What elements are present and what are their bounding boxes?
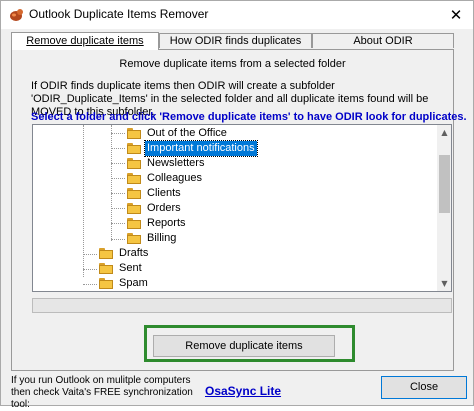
tree-item-label: Drafts bbox=[119, 247, 149, 259]
folder-icon bbox=[99, 248, 113, 259]
folder-icon bbox=[127, 158, 141, 169]
folder-icon bbox=[127, 173, 141, 184]
folder-icon bbox=[127, 128, 141, 139]
tree-connector bbox=[111, 148, 125, 149]
tree-item-label: Important notifications bbox=[144, 140, 258, 157]
folder-icon bbox=[99, 278, 113, 289]
tree-item[interactable]: Colleagues bbox=[127, 171, 204, 186]
tree-item[interactable]: Spam bbox=[99, 276, 150, 291]
tree-item[interactable]: Sent bbox=[99, 261, 144, 276]
folder-icon bbox=[127, 233, 141, 244]
tab-panel: Remove duplicate items from a selected f… bbox=[11, 49, 467, 371]
tree-connector bbox=[111, 193, 125, 194]
tree-item-label: Out of the Office bbox=[147, 127, 227, 139]
tree-item-label: Sent bbox=[119, 262, 142, 274]
window-close-icon[interactable]: ✕ bbox=[441, 3, 471, 27]
tree-item-label: Spam bbox=[119, 277, 148, 289]
app-logo-icon bbox=[10, 9, 23, 21]
tree-item-label: Reports bbox=[147, 217, 186, 229]
tree-item[interactable]: Out of the Office bbox=[127, 126, 229, 141]
folder-tree[interactable]: Out of the Office Important notification… bbox=[32, 124, 452, 292]
scroll-up-arrow-icon[interactable]: ▲ bbox=[437, 125, 451, 140]
tree-connector bbox=[111, 208, 125, 209]
tree-item-label: Billing bbox=[147, 232, 177, 244]
tree-connector bbox=[83, 284, 97, 285]
tree-connector bbox=[111, 178, 125, 179]
folder-icon bbox=[127, 218, 141, 229]
folder-icon bbox=[127, 188, 141, 199]
folder-icon bbox=[127, 203, 141, 214]
tab-label: About ODIR bbox=[353, 35, 413, 47]
close-button[interactable]: Close bbox=[381, 376, 467, 399]
tree-item[interactable]: Billing bbox=[127, 231, 178, 246]
tree-item[interactable]: Clients bbox=[127, 186, 183, 201]
tab-about-odir[interactable]: About ODIR bbox=[312, 33, 454, 48]
tree-item[interactable]: Newsletters bbox=[127, 156, 206, 171]
tree-item-label: Clients bbox=[147, 187, 181, 199]
tab-remove-duplicate-items[interactable]: Remove duplicate items bbox=[11, 32, 159, 50]
tree-item[interactable]: Drafts bbox=[99, 246, 150, 261]
folder-icon bbox=[127, 143, 141, 154]
tab-label: How ODIR finds duplicates bbox=[169, 35, 302, 47]
tree-item-label: Orders bbox=[147, 202, 181, 214]
scroll-down-arrow-icon[interactable]: ▼ bbox=[437, 276, 451, 291]
tree-connector bbox=[111, 239, 125, 240]
osasync-lite-link[interactable]: OsaSync Lite bbox=[205, 384, 281, 398]
tree-vertical-scrollbar[interactable]: ▲ ▼ bbox=[437, 125, 451, 291]
tab-label: Remove duplicate items bbox=[26, 35, 144, 47]
tree-item-selected[interactable]: Important notifications bbox=[127, 140, 258, 157]
app-window: Outlook Duplicate Items Remover ✕ Remove… bbox=[0, 0, 474, 410]
tab-how-odir-finds-duplicates[interactable]: How ODIR finds duplicates bbox=[159, 33, 312, 48]
instruction-text: Select a folder and click 'Remove duplic… bbox=[31, 111, 467, 123]
tree-item-label: Newsletters bbox=[147, 157, 205, 169]
title-bar: Outlook Duplicate Items Remover ✕ bbox=[1, 1, 473, 29]
progress-bar bbox=[32, 298, 452, 313]
tree-connector bbox=[83, 254, 97, 255]
folder-icon bbox=[99, 263, 113, 274]
tree-connector bbox=[111, 223, 125, 224]
panel-subtitle: Remove duplicate items from a selected f… bbox=[119, 58, 346, 70]
scrollbar-thumb[interactable] bbox=[439, 155, 450, 213]
tree-connector bbox=[111, 163, 125, 164]
remove-duplicate-items-button[interactable]: Remove duplicate items bbox=[153, 335, 335, 357]
tree-item[interactable]: Orders bbox=[127, 201, 183, 216]
tree-connector bbox=[83, 269, 97, 270]
tree-item-label: Colleagues bbox=[147, 172, 203, 184]
tree-item[interactable]: Reports bbox=[127, 216, 188, 231]
tree-connector bbox=[111, 133, 125, 134]
window-title: Outlook Duplicate Items Remover bbox=[29, 7, 209, 21]
